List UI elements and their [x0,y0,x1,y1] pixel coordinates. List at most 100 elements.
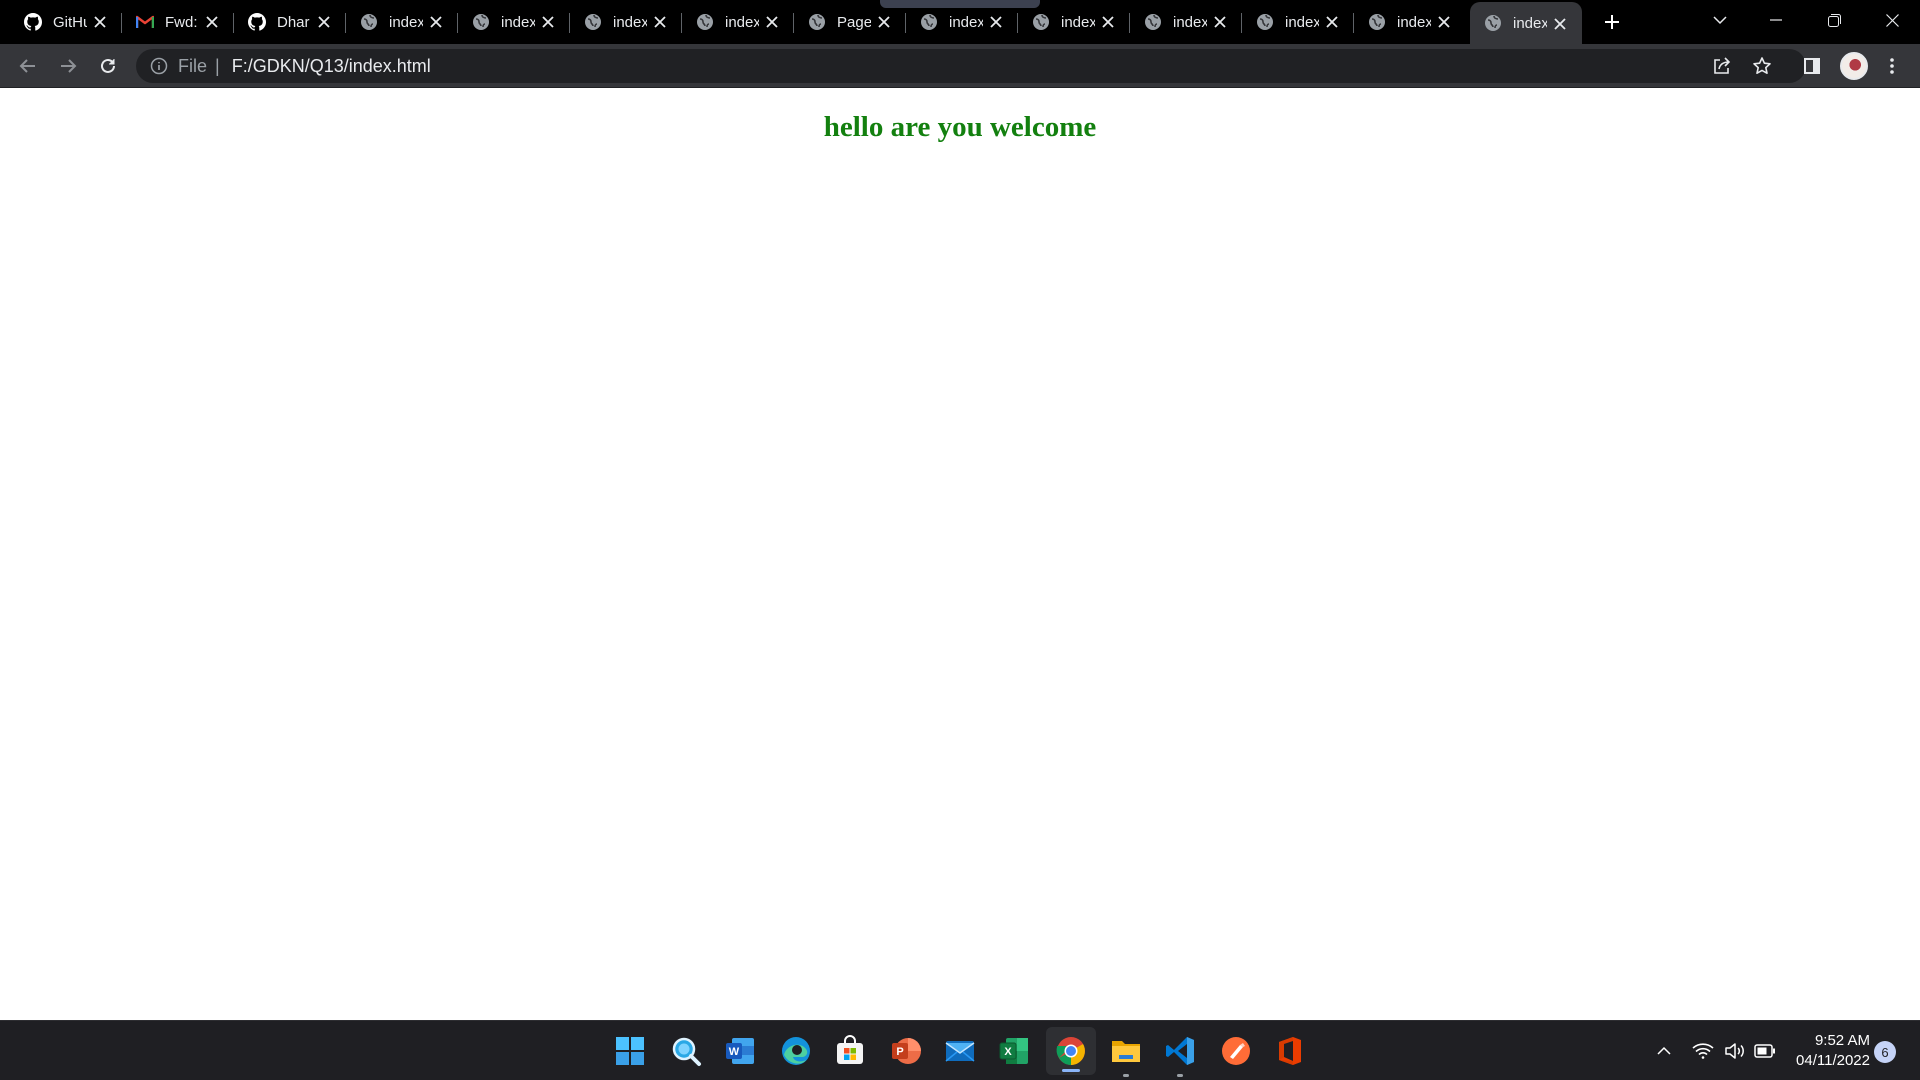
tab-title: Page [837,13,871,31]
more-vert-icon [1890,58,1894,74]
mail-icon[interactable] [942,1033,978,1069]
restore-button[interactable] [1806,0,1862,40]
tab[interactable]: index [1242,0,1354,44]
tab[interactable]: index [458,0,570,44]
vscode-icon[interactable] [1162,1033,1198,1077]
new-tab-button[interactable] [1598,8,1626,36]
close-icon[interactable] [1100,14,1116,30]
svg-text:X: X [1004,1046,1012,1058]
globe-icon [1256,13,1274,31]
forward-button[interactable] [54,52,82,80]
running-indicator [1177,1074,1183,1077]
globe-icon [472,13,490,31]
search-icon[interactable] [668,1033,704,1069]
tab[interactable]: index [1354,0,1466,44]
url-text[interactable]: F:/GDKN/Q13/index.html [232,56,431,77]
tab[interactable]: index [906,0,1018,44]
notification-badge[interactable]: 6 [1874,1041,1896,1063]
reload-button[interactable] [94,52,122,80]
arrow-left-icon [19,59,35,73]
chevron-up-icon [1657,1046,1671,1055]
close-icon[interactable] [1324,14,1340,30]
file-explorer-icon[interactable] [1108,1033,1144,1077]
excel-icon[interactable]: X [996,1033,1032,1069]
globe-icon [920,13,938,31]
close-icon [1885,13,1899,27]
edge-icon[interactable] [778,1033,814,1069]
close-icon[interactable] [876,14,892,30]
close-icon[interactable] [764,14,780,30]
chrome-icon[interactable] [1046,1027,1096,1075]
office-icon[interactable] [1272,1033,1308,1069]
running-indicator [1062,1069,1080,1072]
tab[interactable]: Fwd: [122,0,234,44]
show-hidden-icons-button[interactable] [1656,1021,1672,1080]
close-icon[interactable] [1436,14,1452,30]
tab-title: Fwd: [165,13,198,31]
reload-icon [101,58,115,73]
svg-text:P: P [896,1046,903,1058]
tab[interactable]: index [1130,0,1242,44]
clock-date: 04/11/2022 [1796,1052,1870,1069]
tab[interactable]: Dhar [234,0,346,44]
star-icon [1753,57,1771,74]
gmail-icon [135,13,155,31]
globe-icon [1032,13,1050,31]
close-icon[interactable] [652,14,668,30]
tab[interactable]: index [570,0,682,44]
powerpoint-icon[interactable]: P [888,1033,924,1069]
bookmark-button[interactable] [1748,52,1776,80]
minimize-button[interactable] [1748,0,1804,40]
battery-icon [1754,1044,1775,1058]
close-icon[interactable] [540,14,556,30]
wifi-status[interactable] [1692,1021,1714,1080]
tab-active[interactable]: index [1470,2,1582,44]
tab[interactable]: index [682,0,794,44]
system-clock[interactable]: 9:52 AM 04/11/2022 [1780,1031,1870,1071]
address-bar[interactable]: File | F:/GDKN/Q13/index.html [136,49,1806,83]
tab[interactable]: index [1018,0,1130,44]
close-icon[interactable] [92,14,108,30]
store-icon[interactable] [832,1033,868,1069]
volume-status[interactable] [1724,1021,1746,1080]
postman-icon[interactable] [1218,1033,1254,1069]
minimize-icon [1770,19,1782,21]
arrow-right-icon [61,59,77,73]
tab-title: index [389,13,423,31]
plus-icon [1605,15,1619,29]
close-window-button[interactable] [1864,0,1920,40]
profile-avatar[interactable] [1840,52,1868,80]
battery-status[interactable] [1754,1021,1776,1080]
share-button[interactable] [1708,52,1736,80]
tab-title: index [1173,13,1207,31]
side-panel-icon [1804,58,1820,74]
running-indicator [1123,1074,1129,1077]
start-icon[interactable] [612,1033,648,1069]
close-icon[interactable] [1552,16,1568,32]
divider: | [215,55,220,76]
close-icon[interactable] [988,14,1004,30]
tab-search-button[interactable] [1692,0,1748,40]
page-heading: hello are you welcome [823,111,1097,143]
close-icon[interactable] [1212,14,1228,30]
back-button[interactable] [14,52,42,80]
tab-title: Dhar [277,13,310,31]
tab-title: index [1285,13,1319,31]
info-icon[interactable] [150,57,168,75]
close-icon[interactable] [316,14,332,30]
menu-button[interactable] [1878,52,1906,80]
tab-title: index [1513,14,1547,32]
globe-icon [584,13,602,31]
tab[interactable]: GitHub [10,0,122,44]
tab[interactable]: index [346,0,458,44]
globe-icon [1368,13,1386,31]
side-panel-button[interactable] [1798,52,1826,80]
word-icon[interactable]: W [722,1033,758,1069]
tab-title: index [1397,13,1431,31]
close-icon[interactable] [428,14,444,30]
close-icon[interactable] [204,14,220,30]
page-content: hello are you welcome [0,89,1920,1020]
tab-title: GitHub [53,13,87,31]
globe-icon [808,13,826,31]
restore-icon [1827,13,1841,27]
